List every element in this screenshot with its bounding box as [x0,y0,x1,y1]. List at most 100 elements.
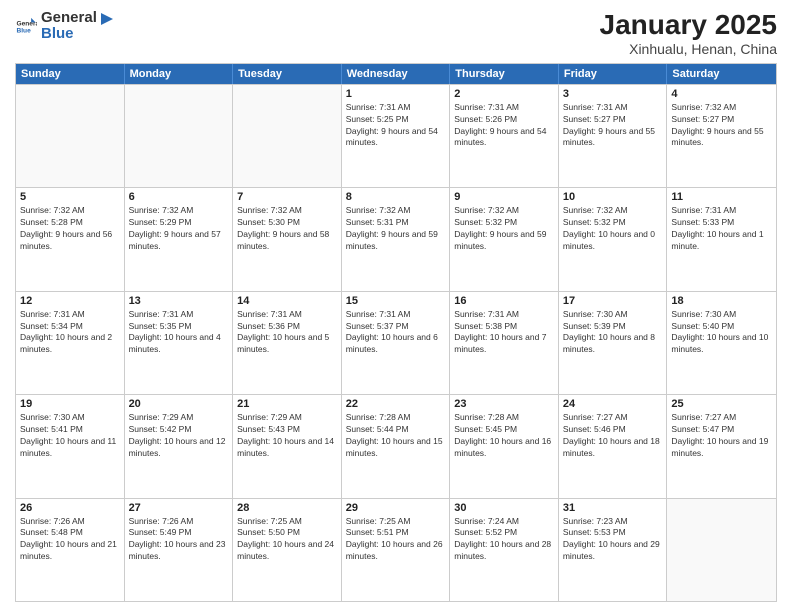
cell-info: Sunrise: 7:30 AMSunset: 5:40 PMDaylight:… [671,309,772,357]
cell-date-number: 10 [563,191,663,203]
cell-date-number: 2 [454,88,554,100]
cell-day-8: 8Sunrise: 7:32 AMSunset: 5:31 PMDaylight… [342,188,451,290]
week-1: 1 Sunrise: 7:31 AMSunset: 5:25 PMDaylight… [16,84,776,187]
cell-day-11: 11 Sunrise: 7:31 AMSunset: 5:33 PMDayligh… [667,188,776,290]
cell-info: Sunrise: 7:31 AMSunset: 5:33 PMDaylight:… [671,205,772,253]
page-subtitle: Xinhualu, Henan, China [600,41,777,57]
cell-info: Sunrise: 7:26 AMSunset: 5:49 PMDaylight:… [129,516,229,564]
cell-date-number: 25 [671,398,772,410]
week-5: 26 Sunrise: 7:26 AMSunset: 5:48 PMDayligh… [16,498,776,601]
cell-date-number: 24 [563,398,663,410]
cell-day-20: 20 Sunrise: 7:29 AMSunset: 5:42 PMDayligh… [125,395,234,497]
cell-day-6: 6Sunrise: 7:32 AMSunset: 5:29 PMDaylight… [125,188,234,290]
cell-date-number: 27 [129,502,229,514]
cell-info: Sunrise: 7:28 AMSunset: 5:45 PMDaylight:… [454,412,554,460]
cell-day-2: 2 Sunrise: 7:31 AMSunset: 5:26 PMDaylight… [450,85,559,187]
header-tuesday: Tuesday [233,64,342,84]
cell-info: Sunrise: 7:29 AMSunset: 5:43 PMDaylight:… [237,412,337,460]
calendar-body: 1 Sunrise: 7:31 AMSunset: 5:25 PMDaylight… [16,84,776,601]
cell-date-number: 19 [20,398,120,410]
cell-info: Sunrise: 7:27 AMSunset: 5:46 PMDaylight:… [563,412,663,460]
cell-day-15: 15 Sunrise: 7:31 AMSunset: 5:37 PMDayligh… [342,292,451,394]
cell-info: Sunrise: 7:32 AMSunset: 5:27 PMDaylight:… [671,102,772,150]
page: General Blue General Blue January 2025 X… [0,0,792,612]
cell-date-number: 26 [20,502,120,514]
cell-day-17: 17Sunrise: 7:30 AMSunset: 5:39 PMDayligh… [559,292,668,394]
cell-day-27: 27 Sunrise: 7:26 AMSunset: 5:49 PMDayligh… [125,499,234,601]
cell-info: Sunrise: 7:30 AMSunset: 5:39 PMDaylight:… [563,309,663,357]
cell-date-number: 13 [129,295,229,307]
title-block: January 2025 Xinhualu, Henan, China [600,10,777,57]
cell-date-number: 16 [454,295,554,307]
cell-info: Sunrise: 7:31 AMSunset: 5:36 PMDaylight:… [237,309,337,357]
cell-date-number: 23 [454,398,554,410]
cell-date-number: 14 [237,295,337,307]
cell-date-number: 15 [346,295,446,307]
cell-info: Sunrise: 7:31 AMSunset: 5:34 PMDaylight:… [20,309,120,357]
week-3: 12Sunrise: 7:31 AMSunset: 5:34 PMDayligh… [16,291,776,394]
header-sunday: Sunday [16,64,125,84]
cell-date-number: 29 [346,502,446,514]
cell-info: Sunrise: 7:29 AMSunset: 5:42 PMDaylight:… [129,412,229,460]
cell-day-26: 26 Sunrise: 7:26 AMSunset: 5:48 PMDayligh… [16,499,125,601]
cell-info: Sunrise: 7:31 AMSunset: 5:37 PMDaylight:… [346,309,446,357]
cell-day-16: 16Sunrise: 7:31 AMSunset: 5:38 PMDayligh… [450,292,559,394]
cell-date-number: 4 [671,88,772,100]
cell-info: Sunrise: 7:31 AMSunset: 5:26 PMDaylight:… [454,102,554,150]
header-friday: Friday [559,64,668,84]
cell-day-19: 19 Sunrise: 7:30 AMSunset: 5:41 PMDayligh… [16,395,125,497]
cell-info: Sunrise: 7:30 AMSunset: 5:41 PMDaylight:… [20,412,120,460]
calendar: Sunday Monday Tuesday Wednesday Thursday… [15,63,777,602]
cell-date-number: 18 [671,295,772,307]
header-wednesday: Wednesday [342,64,451,84]
svg-text:Blue: Blue [16,28,31,35]
cell-day-22: 22Sunrise: 7:28 AMSunset: 5:44 PMDayligh… [342,395,451,497]
cell-day-21: 21 Sunrise: 7:29 AMSunset: 5:43 PMDayligh… [233,395,342,497]
logo-blue: Blue [41,25,115,42]
cell-day-30: 30Sunrise: 7:24 AMSunset: 5:52 PMDayligh… [450,499,559,601]
cell-day-5: 5 Sunrise: 7:32 AMSunset: 5:28 PMDaylight… [16,188,125,290]
cell-date-number: 28 [237,502,337,514]
logo-icon: General Blue [15,15,37,37]
cell-day-29: 29 Sunrise: 7:25 AMSunset: 5:51 PMDayligh… [342,499,451,601]
cell-empty [233,85,342,187]
cell-date-number: 1 [346,88,446,100]
cell-date-number: 7 [237,191,337,203]
cell-date-number: 9 [454,191,554,203]
logo: General Blue General Blue [15,10,115,42]
cell-info: Sunrise: 7:32 AMSunset: 5:28 PMDaylight:… [20,205,120,253]
header-monday: Monday [125,64,234,84]
cell-info: Sunrise: 7:32 AMSunset: 5:32 PMDaylight:… [563,205,663,253]
cell-day-13: 13 Sunrise: 7:31 AMSunset: 5:35 PMDayligh… [125,292,234,394]
cell-info: Sunrise: 7:32 AMSunset: 5:31 PMDaylight:… [346,205,446,253]
cell-info: Sunrise: 7:32 AMSunset: 5:29 PMDaylight:… [129,205,229,253]
header-thursday: Thursday [450,64,559,84]
cell-day-28: 28Sunrise: 7:25 AMSunset: 5:50 PMDayligh… [233,499,342,601]
cell-date-number: 31 [563,502,663,514]
cell-info: Sunrise: 7:25 AMSunset: 5:51 PMDaylight:… [346,516,446,564]
cell-day-4: 4 Sunrise: 7:32 AMSunset: 5:27 PMDaylight… [667,85,776,187]
cell-date-number: 21 [237,398,337,410]
cell-day-7: 7Sunrise: 7:32 AMSunset: 5:30 PMDaylight… [233,188,342,290]
cell-info: Sunrise: 7:27 AMSunset: 5:47 PMDaylight:… [671,412,772,460]
cell-day-9: 9 Sunrise: 7:32 AMSunset: 5:32 PMDaylight… [450,188,559,290]
cell-empty [667,499,776,601]
week-4: 19 Sunrise: 7:30 AMSunset: 5:41 PMDayligh… [16,394,776,497]
cell-day-1: 1 Sunrise: 7:31 AMSunset: 5:25 PMDaylight… [342,85,451,187]
cell-day-31: 31Sunrise: 7:23 AMSunset: 5:53 PMDayligh… [559,499,668,601]
cell-info: Sunrise: 7:31 AMSunset: 5:27 PMDaylight:… [563,102,663,150]
cell-info: Sunrise: 7:31 AMSunset: 5:25 PMDaylight:… [346,102,446,150]
cell-info: Sunrise: 7:32 AMSunset: 5:32 PMDaylight:… [454,205,554,253]
cell-day-25: 25 Sunrise: 7:27 AMSunset: 5:47 PMDayligh… [667,395,776,497]
cell-info: Sunrise: 7:26 AMSunset: 5:48 PMDaylight:… [20,516,120,564]
cell-info: Sunrise: 7:31 AMSunset: 5:35 PMDaylight:… [129,309,229,357]
cell-day-10: 10 Sunrise: 7:32 AMSunset: 5:32 PMDayligh… [559,188,668,290]
cell-date-number: 11 [671,191,772,203]
cell-date-number: 20 [129,398,229,410]
cell-date-number: 30 [454,502,554,514]
cell-day-12: 12Sunrise: 7:31 AMSunset: 5:34 PMDayligh… [16,292,125,394]
cell-date-number: 5 [20,191,120,203]
cell-day-23: 23 Sunrise: 7:28 AMSunset: 5:45 PMDayligh… [450,395,559,497]
cell-day-14: 14 Sunrise: 7:31 AMSunset: 5:36 PMDayligh… [233,292,342,394]
week-2: 5 Sunrise: 7:32 AMSunset: 5:28 PMDaylight… [16,187,776,290]
